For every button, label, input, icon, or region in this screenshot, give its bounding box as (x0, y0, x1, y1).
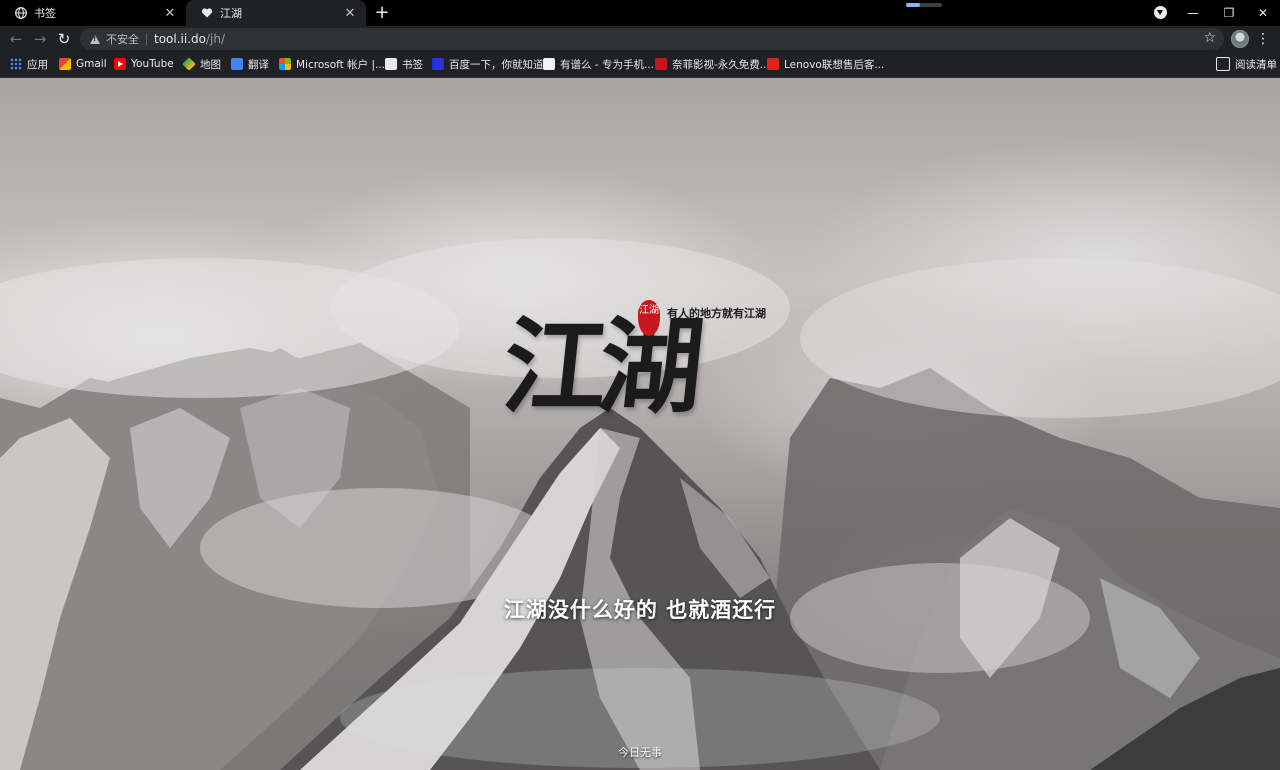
security-label[interactable]: 不安全 (106, 31, 139, 47)
bookmark-youpu[interactable]: 有谱么 - 专为手机... (543, 56, 654, 72)
warning-icon[interactable] (90, 34, 100, 44)
tab-title: 江湖 (220, 7, 242, 20)
red-seal: 江湖 (638, 300, 660, 336)
minimize-button[interactable]: — (1176, 0, 1210, 26)
close-icon[interactable]: ✕ (342, 5, 358, 21)
tab-strip: 书签 ✕ 江湖 ✕ + — ❐ ✕ (0, 0, 1280, 26)
bookmark-label: Gmail (76, 58, 107, 70)
page-content: 江湖 江湖 有人的地方就有江湖 江湖没什么好的 也就酒还行 今日无事 (0, 78, 1280, 770)
avatar[interactable] (1231, 30, 1249, 48)
tab-search-indicator (906, 3, 942, 7)
footer-text: 今日无事 (618, 746, 662, 759)
bookmark-maps[interactable]: 地图 (182, 56, 221, 72)
bookmark-youtube[interactable]: YouTube (114, 56, 174, 72)
bookmark-label: 奈菲影视-永久免费... (672, 58, 770, 71)
bookmark-label: 地图 (200, 58, 221, 71)
bookmark-baidu[interactable]: 百度一下，你就知道 (432, 56, 544, 72)
close-icon[interactable]: ✕ (162, 5, 178, 21)
reading-list-icon (1216, 57, 1230, 71)
bookmark-translate[interactable]: 翻译 (231, 56, 269, 72)
url-path: /jh/ (205, 32, 226, 46)
lenovo-icon (767, 58, 779, 70)
baidu-icon (432, 58, 444, 70)
tab-bookmarks[interactable]: 书签 ✕ (0, 0, 186, 26)
download-icon[interactable] (1154, 6, 1167, 19)
reload-button[interactable]: ↻ (54, 29, 74, 49)
url-host: tool.ii.do (154, 32, 206, 46)
reading-list-button[interactable]: 阅读清单 (1216, 56, 1277, 72)
youtube-icon (114, 58, 126, 70)
jianghu-logo: 江湖 江湖 有人的地方就有江湖 (497, 292, 783, 452)
reading-list-label: 阅读清单 (1235, 58, 1277, 71)
translate-icon (231, 58, 243, 70)
star-icon[interactable]: ☆ (1203, 30, 1216, 46)
bookmark-label: 翻译 (248, 58, 269, 71)
bookmark-lenovo[interactable]: Lenovo联想售后客... (767, 56, 884, 72)
bookmark-label: Microsoft 帐户 |... (296, 58, 386, 71)
bookmark-label: 百度一下，你就知道 (449, 58, 544, 71)
slogan: 江湖没什么好的 也就酒还行 (503, 597, 777, 622)
youpu-icon (543, 58, 555, 70)
bookmark-label: 书签 (402, 58, 423, 71)
microsoft-icon (279, 58, 291, 70)
address-bar[interactable]: 不安全 tool.ii.do/jh/ ☆ (80, 28, 1224, 50)
naifei-icon (655, 58, 667, 70)
back-button[interactable]: ← (6, 29, 26, 49)
window-close-button[interactable]: ✕ (1246, 0, 1280, 26)
apps-icon (10, 58, 22, 70)
forward-button[interactable]: → (30, 29, 50, 49)
bookmarks-bar: 应用 Gmail YouTube 地图 翻译 Microsoft 帐户 |...… (0, 52, 1280, 78)
tab-title: 书签 (34, 7, 56, 20)
bookmark-shuqian[interactable]: 书签 (385, 56, 423, 72)
bookmark-gmail[interactable]: Gmail (59, 56, 107, 72)
bookmark-microsoft[interactable]: Microsoft 帐户 |... (279, 56, 385, 72)
bookmark-naifei[interactable]: 奈菲影视-永久免费... (655, 56, 770, 72)
bookmark-label: 有谱么 - 专为手机... (560, 58, 654, 71)
restore-button[interactable]: ❐ (1212, 0, 1246, 26)
motto: 有人的地方就有江湖 (667, 307, 766, 320)
bookmark-label: YouTube (131, 58, 174, 70)
bookmark-label: Lenovo联想售后客... (784, 58, 885, 71)
heart-icon (200, 6, 214, 20)
bookmark-label: 应用 (27, 58, 48, 71)
toolbar: ← → ↻ 不安全 tool.ii.do/jh/ ☆ ⋮ (0, 26, 1280, 52)
more-menu-icon[interactable]: ⋮ (1256, 30, 1270, 48)
tab-jianghu[interactable]: 江湖 ✕ (186, 0, 366, 26)
bookmark-apps[interactable]: 应用 (10, 56, 48, 72)
globe-icon (385, 58, 397, 70)
gmail-icon (59, 58, 71, 70)
maps-icon (182, 57, 196, 71)
new-tab-button[interactable]: + (372, 3, 392, 23)
globe-icon (14, 6, 28, 20)
divider (146, 33, 147, 45)
